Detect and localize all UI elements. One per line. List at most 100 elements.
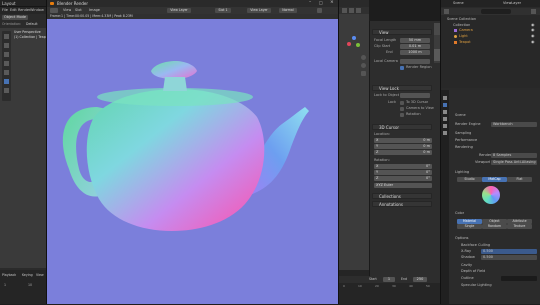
eye-icon[interactable]: ◉: [531, 33, 535, 38]
cursor-section-header[interactable]: 3D Cursor: [372, 124, 432, 130]
render-engine-dropdown[interactable]: Workbench: [491, 122, 537, 127]
view-layer-tab-icon[interactable]: [443, 117, 447, 121]
keying-menu[interactable]: Keying: [22, 273, 33, 277]
maximize-icon[interactable]: □: [319, 0, 323, 5]
close-icon[interactable]: ×: [330, 0, 334, 5]
cursor-rot-z-field[interactable]: Z 0°: [374, 176, 432, 181]
menu-edit[interactable]: Edit: [10, 8, 17, 12]
output-tab-icon[interactable]: [443, 110, 447, 114]
object-mode-dropdown[interactable]: Object Mode: [2, 15, 28, 20]
options-section[interactable]: Options: [451, 235, 469, 241]
focal-length-field[interactable]: 50 mm: [400, 38, 430, 43]
menu-view[interactable]: View: [63, 8, 71, 12]
eye-icon[interactable]: ◉: [531, 39, 535, 44]
gizmo-y-icon[interactable]: [356, 43, 360, 47]
editor-type-icon[interactable]: [50, 8, 58, 13]
navigation-gizmo[interactable]: [347, 36, 361, 50]
lighting-flat-tab[interactable]: Flat: [507, 177, 532, 182]
matcap-preview[interactable]: [482, 186, 500, 204]
world-tab-icon[interactable]: [443, 131, 447, 135]
sampling-section[interactable]: Sampling: [451, 130, 471, 136]
aa-render-dropdown[interactable]: 8 Samples: [491, 153, 537, 158]
pan-icon[interactable]: [361, 63, 366, 68]
shading-render-icon[interactable]: [356, 8, 361, 13]
outline-color-swatch[interactable]: [501, 276, 537, 281]
rendering-section[interactable]: Rendering: [451, 144, 473, 150]
performance-section[interactable]: Performance: [451, 137, 477, 143]
cursor-loc-x-field[interactable]: X 0 m: [374, 138, 432, 143]
view-layer-name[interactable]: ViewLayer: [503, 1, 521, 5]
lighting-section[interactable]: Lighting: [451, 169, 469, 175]
outliner-search-field[interactable]: [481, 9, 511, 14]
end-frame-field[interactable]: 250: [413, 277, 427, 282]
specular-option[interactable]: Specular Lighting: [457, 282, 492, 288]
render-image-area[interactable]: [47, 19, 338, 304]
orientation-value[interactable]: Default: [26, 22, 38, 26]
timeline-right[interactable]: Start 1 End 250 0 10 20 30 40 50: [339, 276, 440, 304]
clip-start-field[interactable]: 0.01 m: [400, 44, 430, 49]
scene-tab-icon[interactable]: [443, 124, 447, 128]
display-channels-icon[interactable]: [317, 8, 322, 13]
select-tool-icon[interactable]: [4, 34, 9, 39]
xray-slider[interactable]: 0.500: [481, 249, 537, 254]
cursor-loc-z-field[interactable]: Z 0 m: [374, 150, 432, 155]
menu-file[interactable]: File: [2, 8, 8, 12]
lock-object-field[interactable]: [400, 93, 430, 98]
slot-dropdown[interactable]: Slot 1: [215, 8, 231, 13]
move-tool-icon[interactable]: [4, 52, 9, 57]
cursor-loc-y-field[interactable]: Y 0 m: [374, 144, 432, 149]
menu-render[interactable]: Render: [18, 8, 30, 12]
view-layer-dropdown[interactable]: View Layer: [247, 8, 271, 13]
view-lock-section-header[interactable]: View Lock: [372, 85, 432, 91]
color-single-option[interactable]: Single: [457, 224, 482, 229]
collections-section-header[interactable]: Collections: [372, 193, 432, 199]
shadow-slider[interactable]: 0.500: [481, 255, 537, 260]
zoom-icon[interactable]: [361, 55, 366, 60]
cursor-tool-icon[interactable]: [4, 43, 9, 48]
cursor-rot-x-field[interactable]: X 0°: [374, 164, 432, 169]
outline-option[interactable]: Outline: [457, 275, 474, 281]
lock-cursor-checkbox[interactable]: [400, 101, 404, 105]
gizmo-x-icon[interactable]: [347, 42, 351, 46]
shadow-option[interactable]: Shadow: [457, 254, 475, 260]
rotation-mode-dropdown[interactable]: XYZ Euler: [374, 183, 432, 188]
render-tab-icon[interactable]: [443, 103, 447, 107]
outliner-teapot[interactable]: Teapot: [455, 39, 471, 45]
start-frame-field[interactable]: 1: [383, 277, 395, 282]
scale-tool-icon[interactable]: [4, 70, 9, 75]
outliner-editor-icon[interactable]: [444, 9, 449, 14]
lock-camera-checkbox[interactable]: [400, 107, 404, 111]
menu-view-2[interactable]: Slot: [75, 8, 82, 12]
color-random-option[interactable]: Random: [482, 224, 507, 229]
color-texture-option[interactable]: Texture: [507, 224, 532, 229]
local-camera-field[interactable]: [400, 59, 430, 64]
eye-icon[interactable]: ◉: [531, 27, 535, 32]
view-menu[interactable]: View: [36, 273, 44, 277]
cursor-rot-y-field[interactable]: Y 0°: [374, 170, 432, 175]
viewport-3d-left[interactable]: User Perspective (1) Collection | Teapot: [0, 28, 49, 268]
view-section-header[interactable]: View: [372, 29, 432, 35]
minimize-icon[interactable]: –: [309, 0, 311, 5]
shading-solid-icon[interactable]: [342, 8, 347, 13]
clip-end-field[interactable]: 1000 m: [400, 50, 430, 55]
render-region-checkbox[interactable]: [400, 66, 404, 70]
viewport-3d-right[interactable]: [339, 0, 369, 304]
rotate-tool-icon[interactable]: [4, 61, 9, 66]
scene-name[interactable]: Scene: [453, 1, 464, 5]
transform-tool-icon[interactable]: [4, 79, 9, 84]
aa-viewport-dropdown[interactable]: Single Pass Anti-Aliasing: [491, 160, 537, 165]
dof-option[interactable]: Depth of Field: [457, 268, 485, 274]
gizmo-z-icon[interactable]: [352, 36, 356, 40]
tool-tab-icon[interactable]: [443, 96, 447, 100]
pass-dropdown[interactable]: Normal: [279, 8, 297, 13]
lighting-studio-tab[interactable]: Studio: [457, 177, 482, 182]
shading-material-icon[interactable]: [349, 8, 354, 13]
menu-image[interactable]: Image: [89, 8, 100, 12]
color-section[interactable]: Color: [451, 210, 464, 216]
annotations-section-header[interactable]: Annotations: [372, 201, 432, 207]
lock-rotation-checkbox[interactable]: [400, 113, 404, 117]
filter-icon[interactable]: [531, 9, 536, 14]
camera-view-icon[interactable]: [361, 71, 366, 76]
lighting-matcap-tab[interactable]: MatCap: [482, 177, 507, 182]
render-result-dropdown[interactable]: View Layer: [167, 8, 191, 13]
